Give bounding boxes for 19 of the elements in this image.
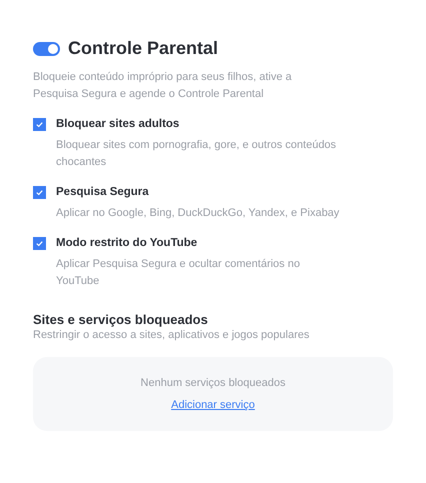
section-title: Sites e serviços bloqueados [33,312,209,327]
option-description: Aplicar Pesquisa Segura e ocultar comentários no YouTube [56,257,301,289]
option-label: Pesquisa Segura [56,185,150,200]
check-icon [35,120,44,129]
checkbox[interactable] [33,118,46,131]
add-service-link[interactable]: Adicionar serviço [171,399,255,411]
section-description: Restringir o acesso a sites, aplicativos e jogos populares [33,329,310,341]
checkbox[interactable] [33,186,46,199]
checkbox[interactable] [33,237,46,250]
toggle-switch[interactable] [33,42,60,56]
option-label: Bloquear sites adultos [56,117,180,132]
check-icon [35,239,44,248]
option-description: Bloquear sites com pornografia, gore, e outros conteúdos chocantes [56,138,338,170]
section-title: Controle Parental [68,38,218,59]
option-label: Modo restrito do YouTube [56,236,198,251]
option-description: Aplicar no Google, Bing, DuckDuckGo, Yandex, e Pixabay [56,206,340,221]
section-description: Bloqueie conteúdo impróprio para seus filhos, ative a Pesquisa Segura e agende o Controle Parental [33,70,293,102]
check-icon [35,188,44,197]
empty-message: Nenhum serviços bloqueados [140,377,286,389]
